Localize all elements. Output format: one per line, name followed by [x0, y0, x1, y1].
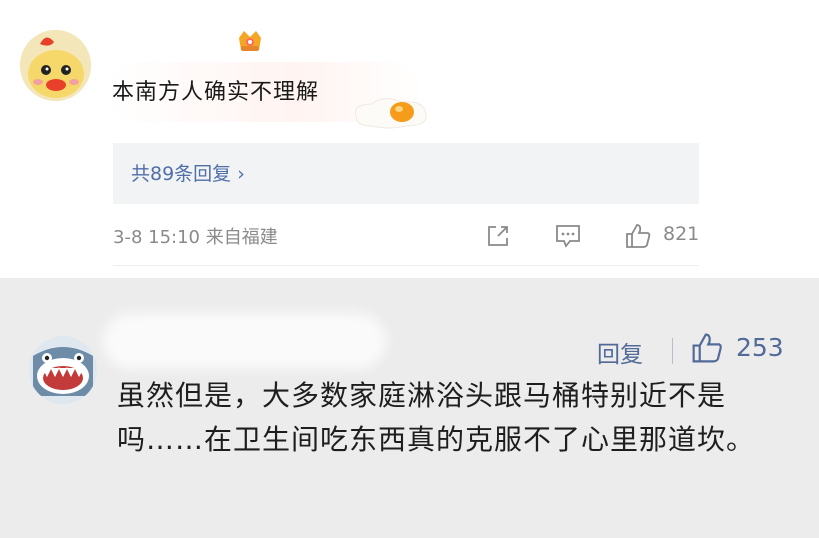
avatar[interactable] [20, 30, 91, 101]
card-margin [722, 0, 819, 278]
shark-avatar-icon [29, 336, 97, 404]
avatar[interactable] [29, 336, 97, 404]
duck-avatar-icon [20, 30, 91, 101]
comment-text: 本南方人确实不理解 [112, 80, 320, 105]
thumbs-up-icon[interactable] [624, 222, 652, 250]
comment-meta: 3-8 15:10 来自福建 [113, 223, 278, 249]
timestamp: 3-8 15:10 [113, 227, 200, 248]
crown-badge-icon [239, 31, 261, 51]
thumbs-up-icon[interactable] [690, 331, 724, 365]
location: 来自福建 [205, 227, 278, 248]
like-count: 253 [736, 333, 784, 362]
share-icon[interactable] [484, 222, 512, 250]
comment-icon[interactable] [554, 222, 582, 250]
reply-button[interactable]: 回复 [597, 335, 643, 369]
view-replies-link[interactable]: 共89条回复 › [131, 159, 245, 186]
like-count: 821 [663, 223, 700, 245]
comment-card [0, 0, 722, 278]
fried-egg-sticker-icon [354, 98, 427, 129]
divider [113, 265, 699, 266]
reply-text: 虽然但是，大多数家庭淋浴头跟马桶特别近不是吗……在卫生间吃东西真的克服不了心里那… [117, 379, 756, 456]
blurred-username [103, 313, 386, 369]
divider [672, 338, 673, 364]
